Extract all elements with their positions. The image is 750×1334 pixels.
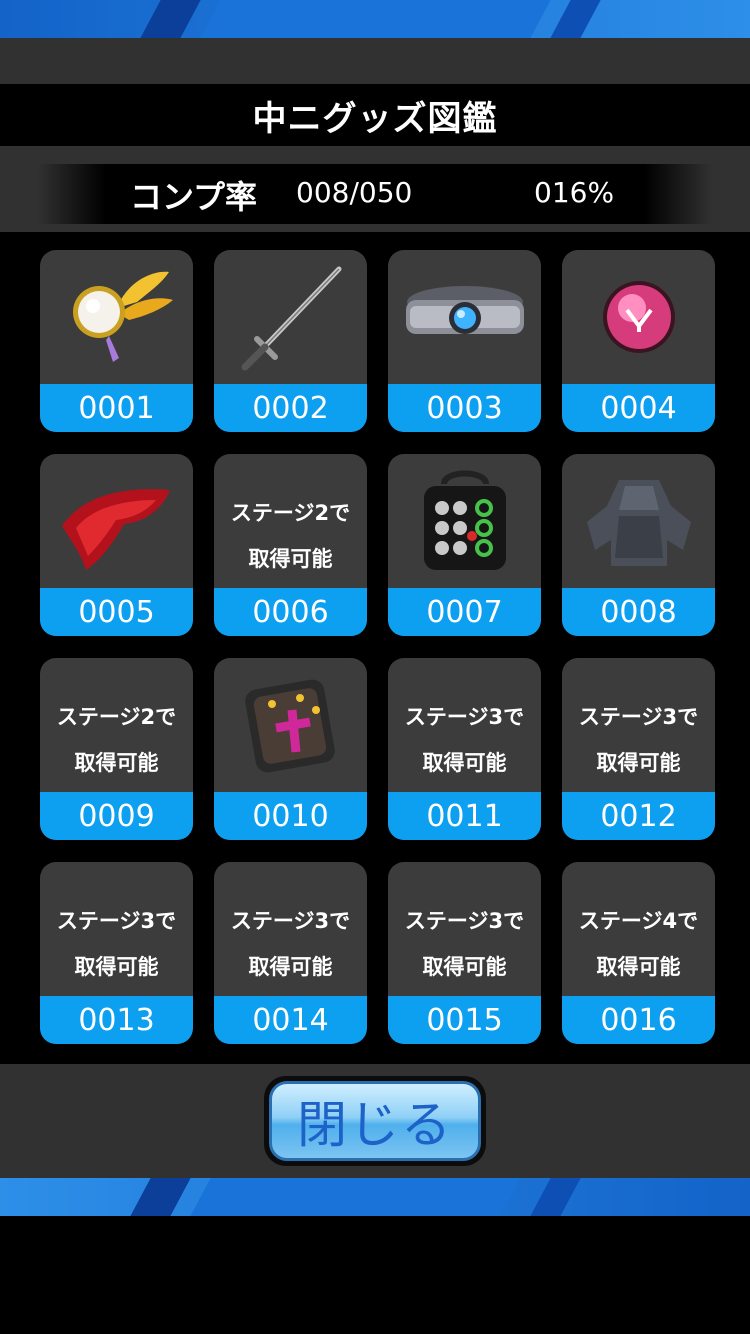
lock-message: ステージ3で 取得可能: [388, 694, 541, 786]
completion-panel: コンプ率 008/050 016%: [0, 146, 750, 232]
rings-case-icon: [388, 454, 541, 588]
lock-line-stage: ステージ3で: [578, 705, 699, 729]
lock-message: ステージ3で 取得可能: [214, 898, 367, 990]
close-button-label: 閉じる: [297, 1096, 453, 1154]
item-card-0004[interactable]: 0004: [562, 250, 715, 432]
lock-line-obtainable: 取得可能: [248, 955, 333, 979]
lock-message: ステージ3で 取得可能: [562, 694, 715, 786]
armor-vest-icon: [562, 454, 715, 588]
item-number: 0002: [214, 384, 367, 432]
lock-message: ステージ3で 取得可能: [40, 898, 193, 990]
item-number: 0003: [388, 384, 541, 432]
item-card-0001[interactable]: 0001: [40, 250, 193, 432]
lock-line-obtainable: 取得可能: [422, 955, 507, 979]
item-number: 0004: [562, 384, 715, 432]
item-card-0008[interactable]: 0008: [562, 454, 715, 636]
lock-message: ステージ2で 取得可能: [40, 694, 193, 786]
item-number: 0014: [214, 996, 367, 1044]
item-number: 0005: [40, 588, 193, 636]
footer-panel: 閉じる: [0, 1064, 750, 1178]
item-number: 0010: [214, 792, 367, 840]
item-card-0011[interactable]: ステージ3で 取得可能 0011: [388, 658, 541, 840]
belt-icon: [388, 250, 541, 384]
page-title: 中ニグッズ図鑑: [252, 98, 498, 139]
bottom-blank-area: [0, 1216, 750, 1334]
lock-line-stage: ステージ3で: [404, 705, 525, 729]
item-card-0007[interactable]: 0007: [388, 454, 541, 636]
item-card-0015[interactable]: ステージ3で 取得可能 0015: [388, 862, 541, 1044]
item-number: 0013: [40, 996, 193, 1044]
item-card-0009[interactable]: ステージ2で 取得可能 0009: [40, 658, 193, 840]
item-number: 0006: [214, 588, 367, 636]
item-card-0014[interactable]: ステージ3で 取得可能 0014: [214, 862, 367, 1044]
red-scarf-icon: [40, 454, 193, 588]
item-grid: 0001 0002 0003 0004 0005 ステージ2で 取得可能 000…: [0, 232, 750, 1064]
lock-line-stage: ステージ3で: [56, 909, 177, 933]
top-decor-band: [0, 0, 750, 38]
item-card-0005[interactable]: 0005: [40, 454, 193, 636]
lock-line-stage: ステージ3で: [230, 909, 351, 933]
sword-icon: [214, 250, 367, 384]
item-card-0013[interactable]: ステージ3で 取得可能 0013: [40, 862, 193, 1044]
item-number: 0016: [562, 996, 715, 1044]
item-number: 0008: [562, 588, 715, 636]
lock-message: ステージ3で 取得可能: [388, 898, 541, 990]
item-card-0002[interactable]: 0002: [214, 250, 367, 432]
lock-line-stage: ステージ3で: [404, 909, 525, 933]
lock-message: ステージ4で 取得可能: [562, 898, 715, 990]
bottom-decor-band: [0, 1178, 750, 1216]
title-bar: 中ニグッズ図鑑: [0, 84, 750, 146]
lock-message: ステージ2で 取得可能: [214, 490, 367, 582]
pink-orb-icon: [562, 250, 715, 384]
lock-line-obtainable: 取得可能: [422, 751, 507, 775]
item-number: 0001: [40, 384, 193, 432]
lock-line-obtainable: 取得可能: [74, 955, 159, 979]
item-card-0006[interactable]: ステージ2で 取得可能 0006: [214, 454, 367, 636]
lock-line-obtainable: 取得可能: [596, 955, 681, 979]
item-number: 0007: [388, 588, 541, 636]
item-card-0003[interactable]: 0003: [388, 250, 541, 432]
header-spacer: [0, 38, 750, 84]
lock-line-stage: ステージ2で: [56, 705, 177, 729]
item-number: 0012: [562, 792, 715, 840]
lock-line-obtainable: 取得可能: [74, 751, 159, 775]
lock-line-obtainable: 取得可能: [596, 751, 681, 775]
monocle-icon: [40, 250, 193, 384]
item-card-0016[interactable]: ステージ4で 取得可能 0016: [562, 862, 715, 1044]
close-button[interactable]: 閉じる: [264, 1076, 486, 1166]
lock-line-stage: ステージ2で: [230, 501, 351, 525]
item-card-0010[interactable]: 0010: [214, 658, 367, 840]
completion-percent: 016%: [534, 176, 615, 209]
close-button-face: 閉じる: [269, 1081, 481, 1161]
item-number: 0009: [40, 792, 193, 840]
item-number: 0015: [388, 996, 541, 1044]
pouch-icon: [214, 658, 367, 792]
completion-label: コンプ率: [130, 178, 258, 216]
lock-line-stage: ステージ4で: [578, 909, 699, 933]
completion-count: 008/050: [296, 176, 413, 209]
item-card-0012[interactable]: ステージ3で 取得可能 0012: [562, 658, 715, 840]
completion-bar: コンプ率 008/050 016%: [38, 164, 712, 224]
item-number: 0011: [388, 792, 541, 840]
lock-line-obtainable: 取得可能: [248, 547, 333, 571]
